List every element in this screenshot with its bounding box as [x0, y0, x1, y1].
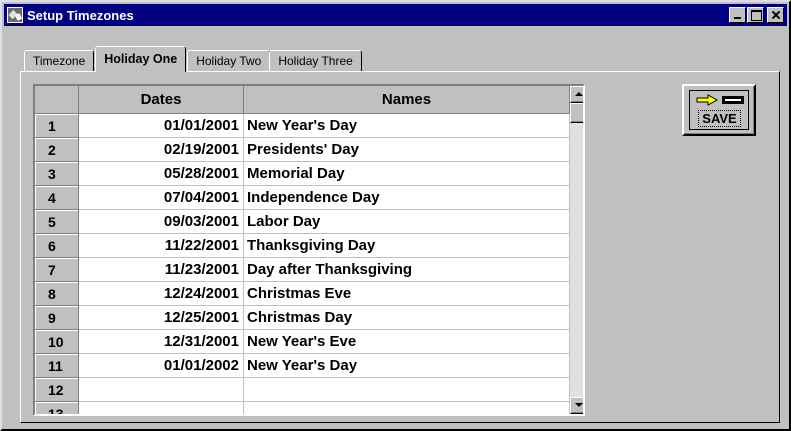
close-button[interactable] [767, 7, 784, 23]
title-bar[interactable]: Setup Timezones [4, 4, 787, 26]
tab-strip: Timezone Holiday One Holiday Two Holiday… [24, 46, 362, 72]
app-icon[interactable] [7, 7, 23, 23]
setup-timezones-window: Setup Timezones Timezone Holiday One Hol… [0, 0, 791, 431]
tab-holiday-two[interactable]: Holiday Two [187, 50, 271, 72]
tab-holiday-one[interactable]: Holiday One [95, 46, 187, 72]
tab-timezone[interactable]: Timezone [24, 50, 95, 72]
tab-panel [20, 71, 780, 423]
tab-holiday-three[interactable]: Holiday Three [269, 50, 362, 72]
minimize-button[interactable] [729, 7, 746, 23]
window-title: Setup Timezones [27, 7, 134, 23]
window-controls [729, 7, 784, 23]
maximize-button[interactable] [747, 7, 764, 23]
